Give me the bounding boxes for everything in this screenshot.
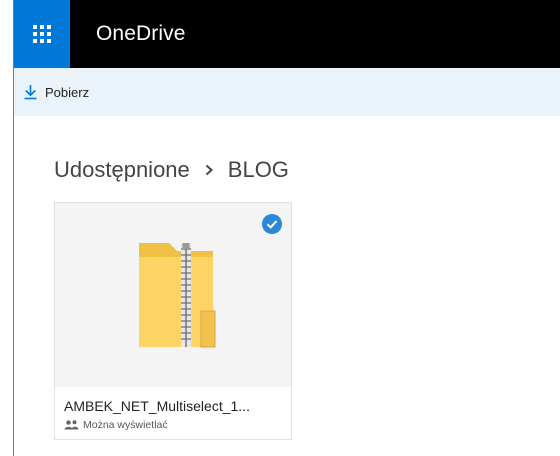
breadcrumb-item-current: BLOG	[227, 157, 289, 182]
sharing-label: Można wyświetlać	[83, 419, 168, 431]
app-launcher-button[interactable]	[14, 0, 70, 68]
people-icon	[64, 420, 79, 430]
file-name[interactable]: AMBEK_NET_Multiselect_1...	[64, 398, 286, 414]
app-launcher-grid-icon	[33, 25, 51, 43]
window-left-edge	[0, 0, 14, 456]
chevron-right-icon	[205, 164, 214, 176]
file-thumbnail[interactable]	[55, 203, 291, 387]
sharing-status: Można wyświetlać	[64, 419, 168, 431]
download-arrow-icon	[24, 85, 37, 100]
command-bar: Pobierz	[14, 68, 560, 116]
download-button-label: Pobierz	[45, 84, 90, 100]
breadcrumb: Udostępnione BLOG	[54, 155, 289, 185]
brand-title[interactable]: OneDrive	[96, 0, 186, 68]
checkmark-circle-icon[interactable]	[262, 214, 282, 234]
onedrive-app: OneDrive Pobierz Udostępnione BLOG AMBEK…	[14, 0, 560, 456]
file-tile[interactable]: AMBEK_NET_Multiselect_1... Można wyświet…	[54, 202, 292, 440]
breadcrumb-item-shared[interactable]: Udostępnione	[54, 157, 190, 183]
zip-folder-icon	[139, 243, 216, 348]
download-button[interactable]: Pobierz	[24, 82, 89, 102]
top-bar: OneDrive	[14, 0, 560, 68]
